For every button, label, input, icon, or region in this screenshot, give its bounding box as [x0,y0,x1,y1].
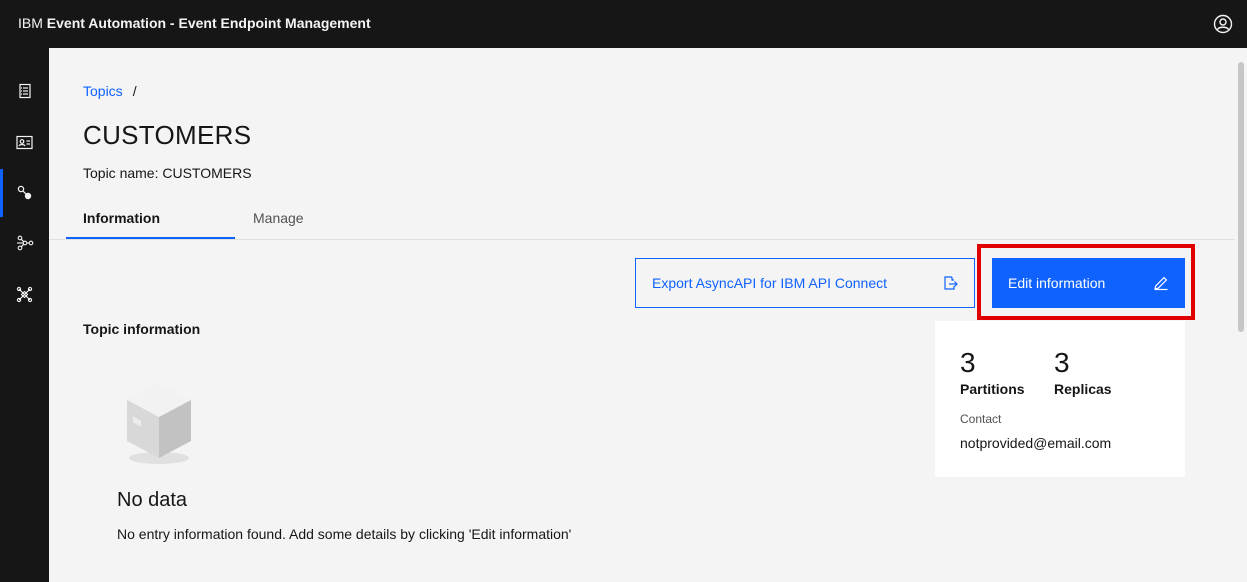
export-asyncapi-button[interactable]: Export AsyncAPI for IBM API Connect [635,258,975,308]
contact-value: notprovided@email.com [960,435,1112,451]
breadcrumb: Topics / [83,83,137,99]
breadcrumb-separator: / [132,83,137,99]
vertical-scrollbar[interactable] [1235,48,1247,582]
empty-state-title: No data [117,489,188,511]
partitions-label: Partitions [960,381,1025,397]
empty-state-description: No entry information found. Add some det… [117,526,572,542]
replicas-value: 3 [1054,347,1070,378]
gateway-icon [16,286,33,302]
tab-manage[interactable]: Manage [235,199,345,239]
edit-pencil-icon [1154,276,1168,291]
subscriptions-card-icon [16,135,33,149]
catalog-icon [18,83,31,99]
tab-list: Information Manage [66,199,345,239]
empty-box-icon [127,383,191,464]
edit-information-button[interactable]: Edit information [992,258,1185,308]
contact-label: Contact [960,412,1002,426]
partitions-value: 3 [960,347,976,378]
product-title: Event Automation - Event Endpoint Manage… [46,15,371,31]
nav-item-subscriptions[interactable] [0,118,49,166]
page-title: CUSTOMERS [83,120,252,150]
brand-prefix: IBM [18,15,43,31]
topics-icon [17,185,31,200]
replicas-label: Replicas [1054,381,1112,397]
user-profile-button[interactable] [1207,8,1239,40]
nav-item-topics[interactable] [0,169,49,217]
side-navigation [0,48,49,582]
user-avatar-icon [1213,14,1233,34]
partitions-stat: 3 Partitions [960,347,1025,397]
edit-information-label: Edit information [1008,275,1106,291]
scrollbar-thumb[interactable] [1238,62,1244,332]
breadcrumb-link-topics[interactable]: Topics [83,83,123,99]
nav-item-catalog[interactable] [0,67,49,115]
network-icon [16,235,33,251]
topic-name-label: Topic name: CUSTOMERS [83,165,252,181]
nav-item-gateways[interactable] [0,270,49,318]
top-header: IBM Event Automation - Event Endpoint Ma… [0,0,1247,48]
topic-stats-card: 3 Partitions 3 Replicas Contact notprovi… [935,321,1185,477]
product-name[interactable]: IBM Event Automation - Event Endpoint Ma… [18,14,371,32]
export-asyncapi-label: Export AsyncAPI for IBM API Connect [652,275,887,291]
tab-information[interactable]: Information [66,199,235,239]
export-icon [944,276,958,290]
tab-divider [49,239,1235,240]
section-title: Topic information [83,321,201,337]
main-content: Topics / CUSTOMERS Topic name: CUSTOMERS… [49,48,1235,582]
nav-item-network[interactable] [0,219,49,267]
replicas-stat: 3 Replicas [1054,347,1112,397]
